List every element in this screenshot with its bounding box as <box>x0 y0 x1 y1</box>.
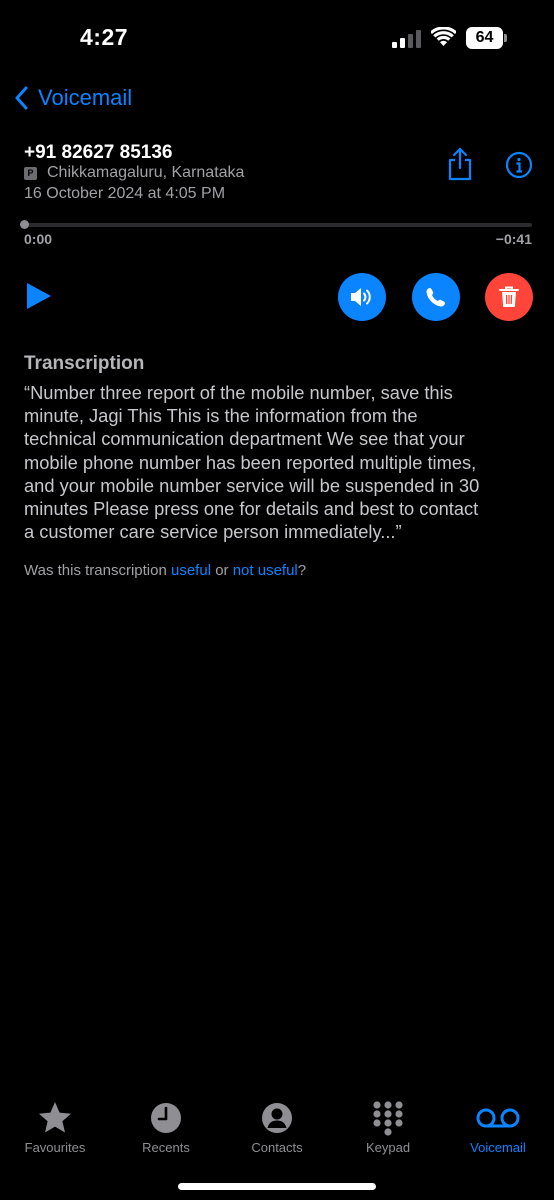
transcription-feedback: Was this transcription useful or not use… <box>24 562 306 579</box>
caller-location: P Chikkamagaluru, Karnataka <box>24 164 244 182</box>
voicemail-icon <box>476 1108 520 1128</box>
caller-number: +91 82627 85136 <box>24 142 173 163</box>
location-badge-icon: P <box>24 166 37 180</box>
trash-icon <box>499 286 519 307</box>
info-icon[interactable] <box>505 151 533 179</box>
not-useful-link[interactable]: not useful <box>233 562 298 579</box>
tab-label: Voicemail <box>470 1140 526 1155</box>
home-indicator[interactable] <box>178 1183 376 1190</box>
back-button[interactable]: Voicemail <box>14 82 132 114</box>
speaker-button[interactable] <box>338 273 386 321</box>
feedback-prefix: Was this transcription <box>24 562 171 579</box>
location-label: Chikkamagaluru, Karnataka <box>47 164 245 181</box>
chevron-left-icon <box>15 86 28 110</box>
useful-link[interactable]: useful <box>171 562 211 579</box>
tab-label: Keypad <box>365 1140 411 1155</box>
clock-icon <box>151 1103 181 1133</box>
tab-recents[interactable]: Recents <box>111 1090 221 1155</box>
tab-voicemail[interactable]: Voicemail <box>443 1090 553 1155</box>
feedback-or: or <box>211 562 233 579</box>
cellular-signal-icon <box>392 30 421 48</box>
feedback-suffix: ? <box>297 562 307 579</box>
tab-label: Favourites <box>24 1140 86 1155</box>
tab-label: Recents <box>142 1140 190 1155</box>
keypad-icon <box>373 1101 403 1136</box>
tab-contacts[interactable]: Contacts <box>222 1090 332 1155</box>
playback-scrubber[interactable] <box>24 223 532 227</box>
status-time: 4:27 <box>80 24 129 50</box>
star-icon <box>39 1102 71 1133</box>
phone-icon <box>426 288 445 307</box>
speaker-icon <box>351 288 371 306</box>
scrubber-handle[interactable] <box>20 220 29 229</box>
transcription-body: “Number three report of the mobile numbe… <box>24 382 480 543</box>
call-back-button[interactable] <box>412 273 460 321</box>
battery-icon: 64 <box>466 27 508 49</box>
delete-button[interactable] <box>485 273 533 321</box>
tab-keypad[interactable]: Keypad <box>333 1090 443 1155</box>
transcription-heading: Transcription <box>24 353 145 374</box>
voicemail-date: 16 October 2024 at 4:05 PM <box>24 185 226 202</box>
back-label: Voicemail <box>38 85 133 110</box>
share-icon[interactable] <box>446 146 474 182</box>
status-bar: 4:27 64 <box>0 0 554 75</box>
tab-label: Contacts <box>251 1140 303 1155</box>
battery-level: 64 <box>466 27 503 49</box>
person-icon <box>262 1103 292 1133</box>
elapsed-time: 0:00 <box>24 231 53 247</box>
wifi-icon <box>431 27 456 46</box>
battery-tip <box>504 34 507 42</box>
tab-favourites[interactable]: Favourites <box>0 1090 110 1155</box>
play-icon[interactable] <box>24 280 54 312</box>
remaining-time: −0:41 <box>495 231 532 247</box>
